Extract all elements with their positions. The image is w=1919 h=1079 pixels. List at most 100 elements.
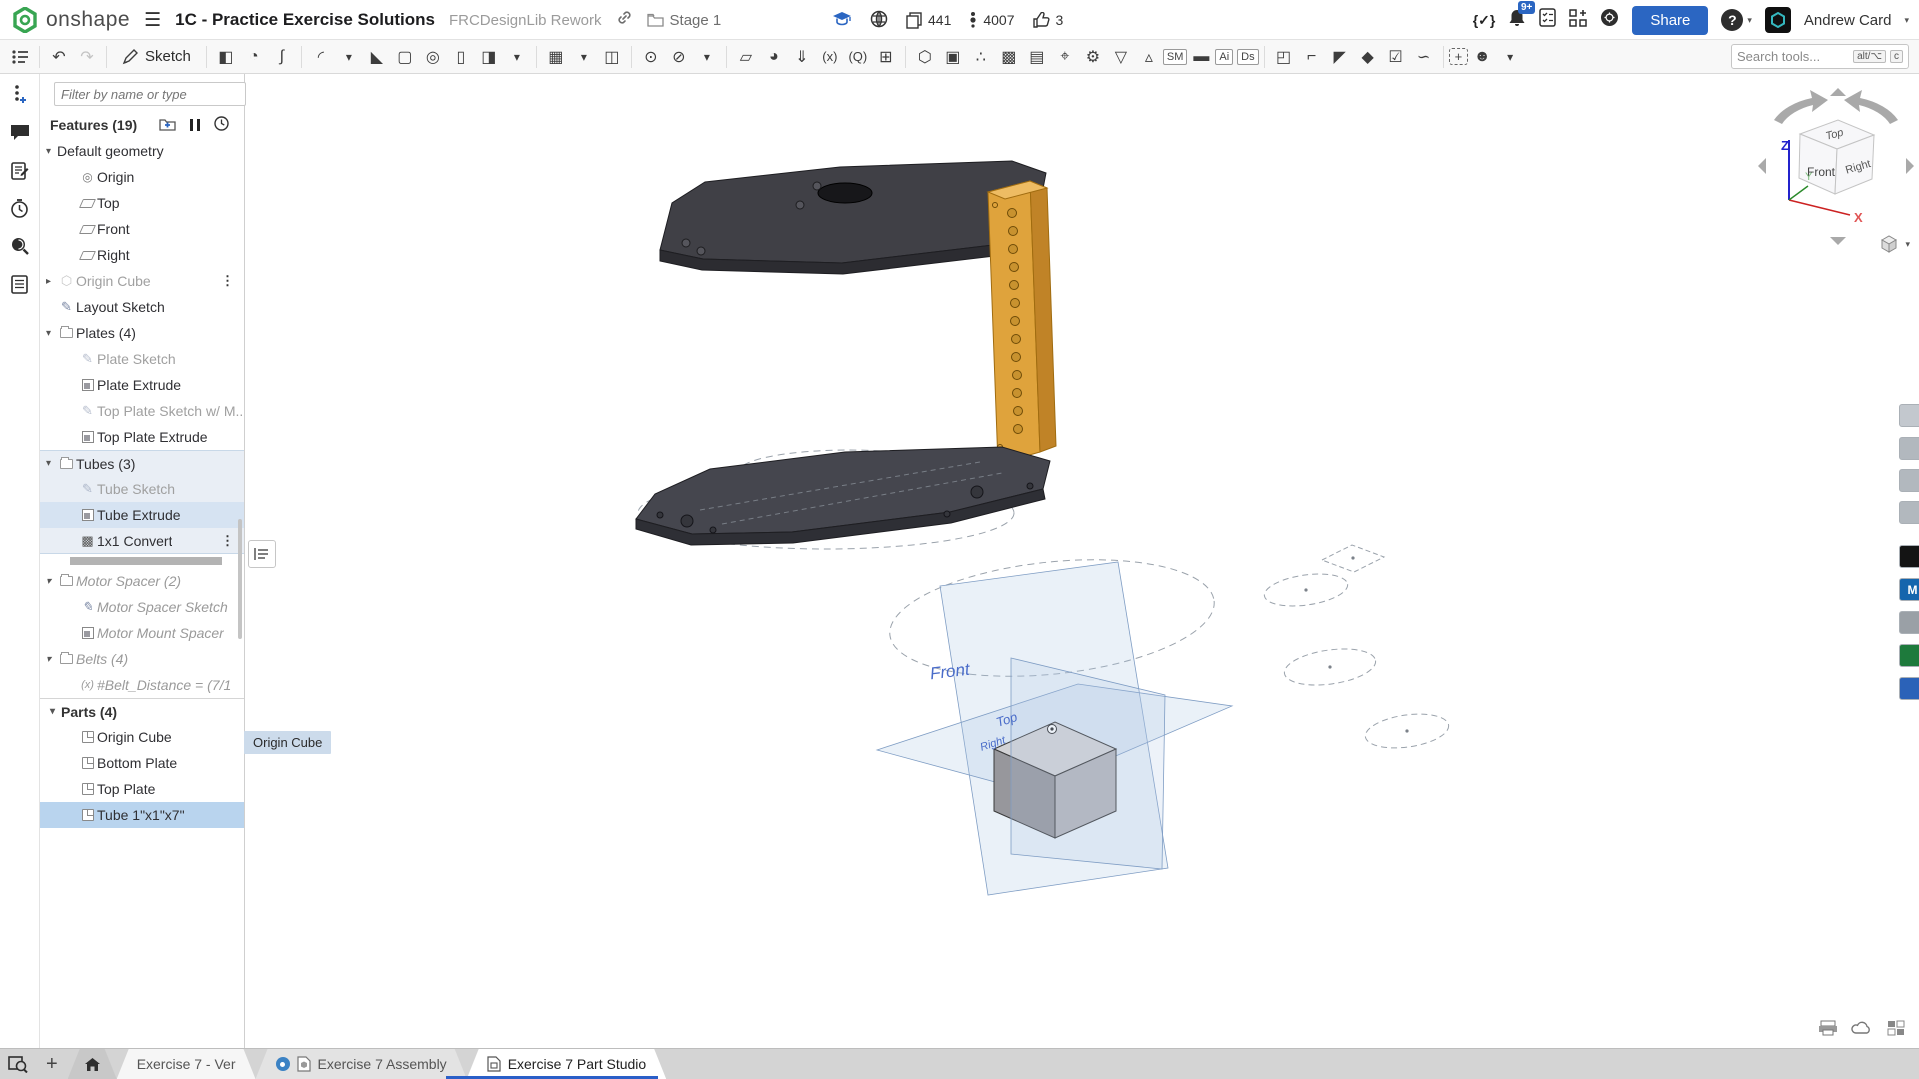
- app-tile-7[interactable]: [1899, 644, 1919, 667]
- app-tile-8[interactable]: [1899, 677, 1919, 700]
- gear-icon[interactable]: ⚙: [1079, 43, 1107, 71]
- feature-row[interactable]: ✎ Layout Sketch: [40, 294, 244, 320]
- helix-icon[interactable]: ◕: [760, 43, 788, 71]
- document-title[interactable]: 1C - Practice Exercise Solutions: [175, 10, 435, 30]
- filter-input[interactable]: [54, 82, 246, 106]
- feature-row[interactable]: ▾ Default geometry: [40, 138, 244, 164]
- chevron-down-icon[interactable]: ▾: [503, 43, 531, 71]
- overflow-menu-icon[interactable]: ⋮: [221, 273, 234, 289]
- feature-row[interactable]: Front: [40, 216, 244, 242]
- suppress-pause-icon[interactable]: [190, 119, 201, 131]
- featurescript-search-icon[interactable]: (Q): [844, 43, 872, 71]
- primitive-icon[interactable]: ⬡: [911, 43, 939, 71]
- feature-row[interactable]: ▾ Motor Spacer (2): [40, 568, 244, 594]
- app-tile-4[interactable]: [1899, 501, 1919, 524]
- notes-icon[interactable]: [8, 158, 32, 182]
- overflow-menu-icon[interactable]: ⋮: [221, 533, 234, 549]
- feature-row[interactable]: ▸ ⬡ Origin Cube ⋮: [40, 268, 244, 294]
- feature-row[interactable]: ✎ Motor Spacer Sketch: [40, 594, 244, 620]
- view-cube[interactable]: Top Front Right Z X Y ▾: [1752, 82, 1919, 258]
- clock-icon[interactable]: [214, 116, 229, 134]
- printer-icon[interactable]: [1817, 1019, 1839, 1037]
- feature-row[interactable]: ▾ Plates (4): [40, 320, 244, 346]
- cloud-icon[interactable]: [1851, 1019, 1873, 1037]
- feature-row[interactable]: ▾ Belts (4): [40, 646, 244, 672]
- parts-section-header[interactable]: ▾ Parts (4): [40, 698, 244, 724]
- hamburger-menu-icon[interactable]: ☰: [144, 9, 161, 32]
- fillet-icon[interactable]: ◜: [307, 43, 335, 71]
- tab-version[interactable]: Exercise 7 - Ver: [117, 1049, 256, 1079]
- part-row[interactable]: Origin Cube: [40, 724, 244, 750]
- custom-feature-2-icon[interactable]: ▩: [995, 43, 1023, 71]
- tab-assembly[interactable]: Exercise 7 Assembly: [256, 1049, 467, 1079]
- user-name[interactable]: Andrew Card: [1804, 12, 1892, 29]
- table-icon[interactable]: ▤: [1023, 43, 1051, 71]
- feature-row[interactable]: Plate Extrude: [40, 372, 244, 398]
- panel-toggle-icon[interactable]: [6, 43, 34, 71]
- mirror-icon[interactable]: ◫: [598, 43, 626, 71]
- undo-icon[interactable]: ↶: [45, 43, 73, 71]
- shell-icon[interactable]: ▢: [391, 43, 419, 71]
- report-icon[interactable]: [8, 272, 32, 296]
- 3d-scene[interactable]: [0, 74, 1919, 1048]
- feature-row[interactable]: ◎ Origin: [40, 164, 244, 190]
- onshape-logo[interactable]: onshape: [12, 7, 130, 33]
- modules-icon[interactable]: [1885, 1019, 1907, 1037]
- redo-icon[interactable]: ↷: [73, 43, 101, 71]
- rollback-bar[interactable]: [70, 557, 222, 565]
- search-tools-input[interactable]: Search tools... alt/⌥ c: [1731, 44, 1909, 69]
- derived-icon[interactable]: ⇓: [788, 43, 816, 71]
- datum-plane-right[interactable]: [1010, 657, 1166, 870]
- versions-icon[interactable]: [8, 82, 32, 106]
- insert-reference-icon[interactable]: +: [1448, 48, 1469, 65]
- app-tile-2[interactable]: [1899, 437, 1919, 460]
- likes-stat[interactable]: 3: [1032, 12, 1063, 28]
- search-icon[interactable]: [8, 234, 32, 258]
- sketch-circles[interactable]: [1262, 544, 1450, 753]
- app-tile-6[interactable]: [1899, 611, 1919, 634]
- feature-row[interactable]: ▾ Tubes (3): [40, 450, 244, 476]
- flatten-icon[interactable]: ◰: [1270, 43, 1298, 71]
- comments-icon[interactable]: [8, 120, 32, 144]
- notifications-button[interactable]: 9+: [1508, 1, 1536, 32]
- top-plate-body[interactable]: [659, 160, 1047, 275]
- view-options-button[interactable]: ▾: [1879, 234, 1910, 254]
- chevron-down-icon[interactable]: ▾: [693, 43, 721, 71]
- assistant-button[interactable]: [1600, 8, 1619, 32]
- chamfer-icon[interactable]: ◣: [363, 43, 391, 71]
- draft-icon[interactable]: ◨: [475, 43, 503, 71]
- share-button[interactable]: Share: [1632, 5, 1709, 35]
- split-icon[interactable]: ⊘: [665, 43, 693, 71]
- sweep-icon[interactable]: ∫: [268, 43, 296, 71]
- chevron-down-icon[interactable]: ▾: [44, 706, 61, 717]
- feature-row[interactable]: Top: [40, 190, 244, 216]
- scrollbar-thumb[interactable]: [238, 519, 242, 639]
- home-tab[interactable]: [68, 1049, 117, 1079]
- part-row[interactable]: Top Plate: [40, 776, 244, 802]
- link-icon[interactable]: [616, 9, 633, 31]
- chevron-down-icon[interactable]: ▾: [40, 146, 57, 157]
- extrude-icon[interactable]: ◧: [212, 43, 240, 71]
- chevron-down-icon[interactable]: ▾: [40, 458, 57, 469]
- hole-icon[interactable]: ◎: [419, 43, 447, 71]
- help-menu[interactable]: ? ▾: [1721, 9, 1752, 31]
- chevron-down-icon[interactable]: ▾: [40, 576, 57, 587]
- app-tile-5[interactable]: [1899, 545, 1919, 568]
- revolve-icon[interactable]: ◔: [240, 43, 268, 71]
- feature-row[interactable]: Tube Extrude: [40, 502, 244, 528]
- rib-icon[interactable]: ▯: [447, 43, 475, 71]
- chevron-down-icon[interactable]: ▾: [335, 43, 363, 71]
- breadcrumb[interactable]: Stage 1: [646, 12, 721, 29]
- copies-stat[interactable]: 441: [906, 11, 951, 29]
- ai-icon[interactable]: Ai: [1215, 48, 1234, 65]
- history-icon[interactable]: [8, 196, 32, 220]
- finish-icon[interactable]: ☑: [1382, 43, 1410, 71]
- featurescript-icon[interactable]: {✓}: [1473, 12, 1496, 29]
- feature-row[interactable]: ✎ Top Plate Sketch w/ M...: [40, 398, 244, 424]
- assistant-tool-icon[interactable]: ☻: [1468, 43, 1496, 71]
- avatar[interactable]: [1764, 7, 1791, 33]
- tab-part-studio-active[interactable]: Exercise 7 Part Studio: [467, 1049, 667, 1079]
- tasks-button[interactable]: [1539, 8, 1557, 32]
- apps-button[interactable]: [1569, 8, 1588, 32]
- feature-row[interactable]: (x) #Belt_Distance = (7/1: [40, 672, 244, 698]
